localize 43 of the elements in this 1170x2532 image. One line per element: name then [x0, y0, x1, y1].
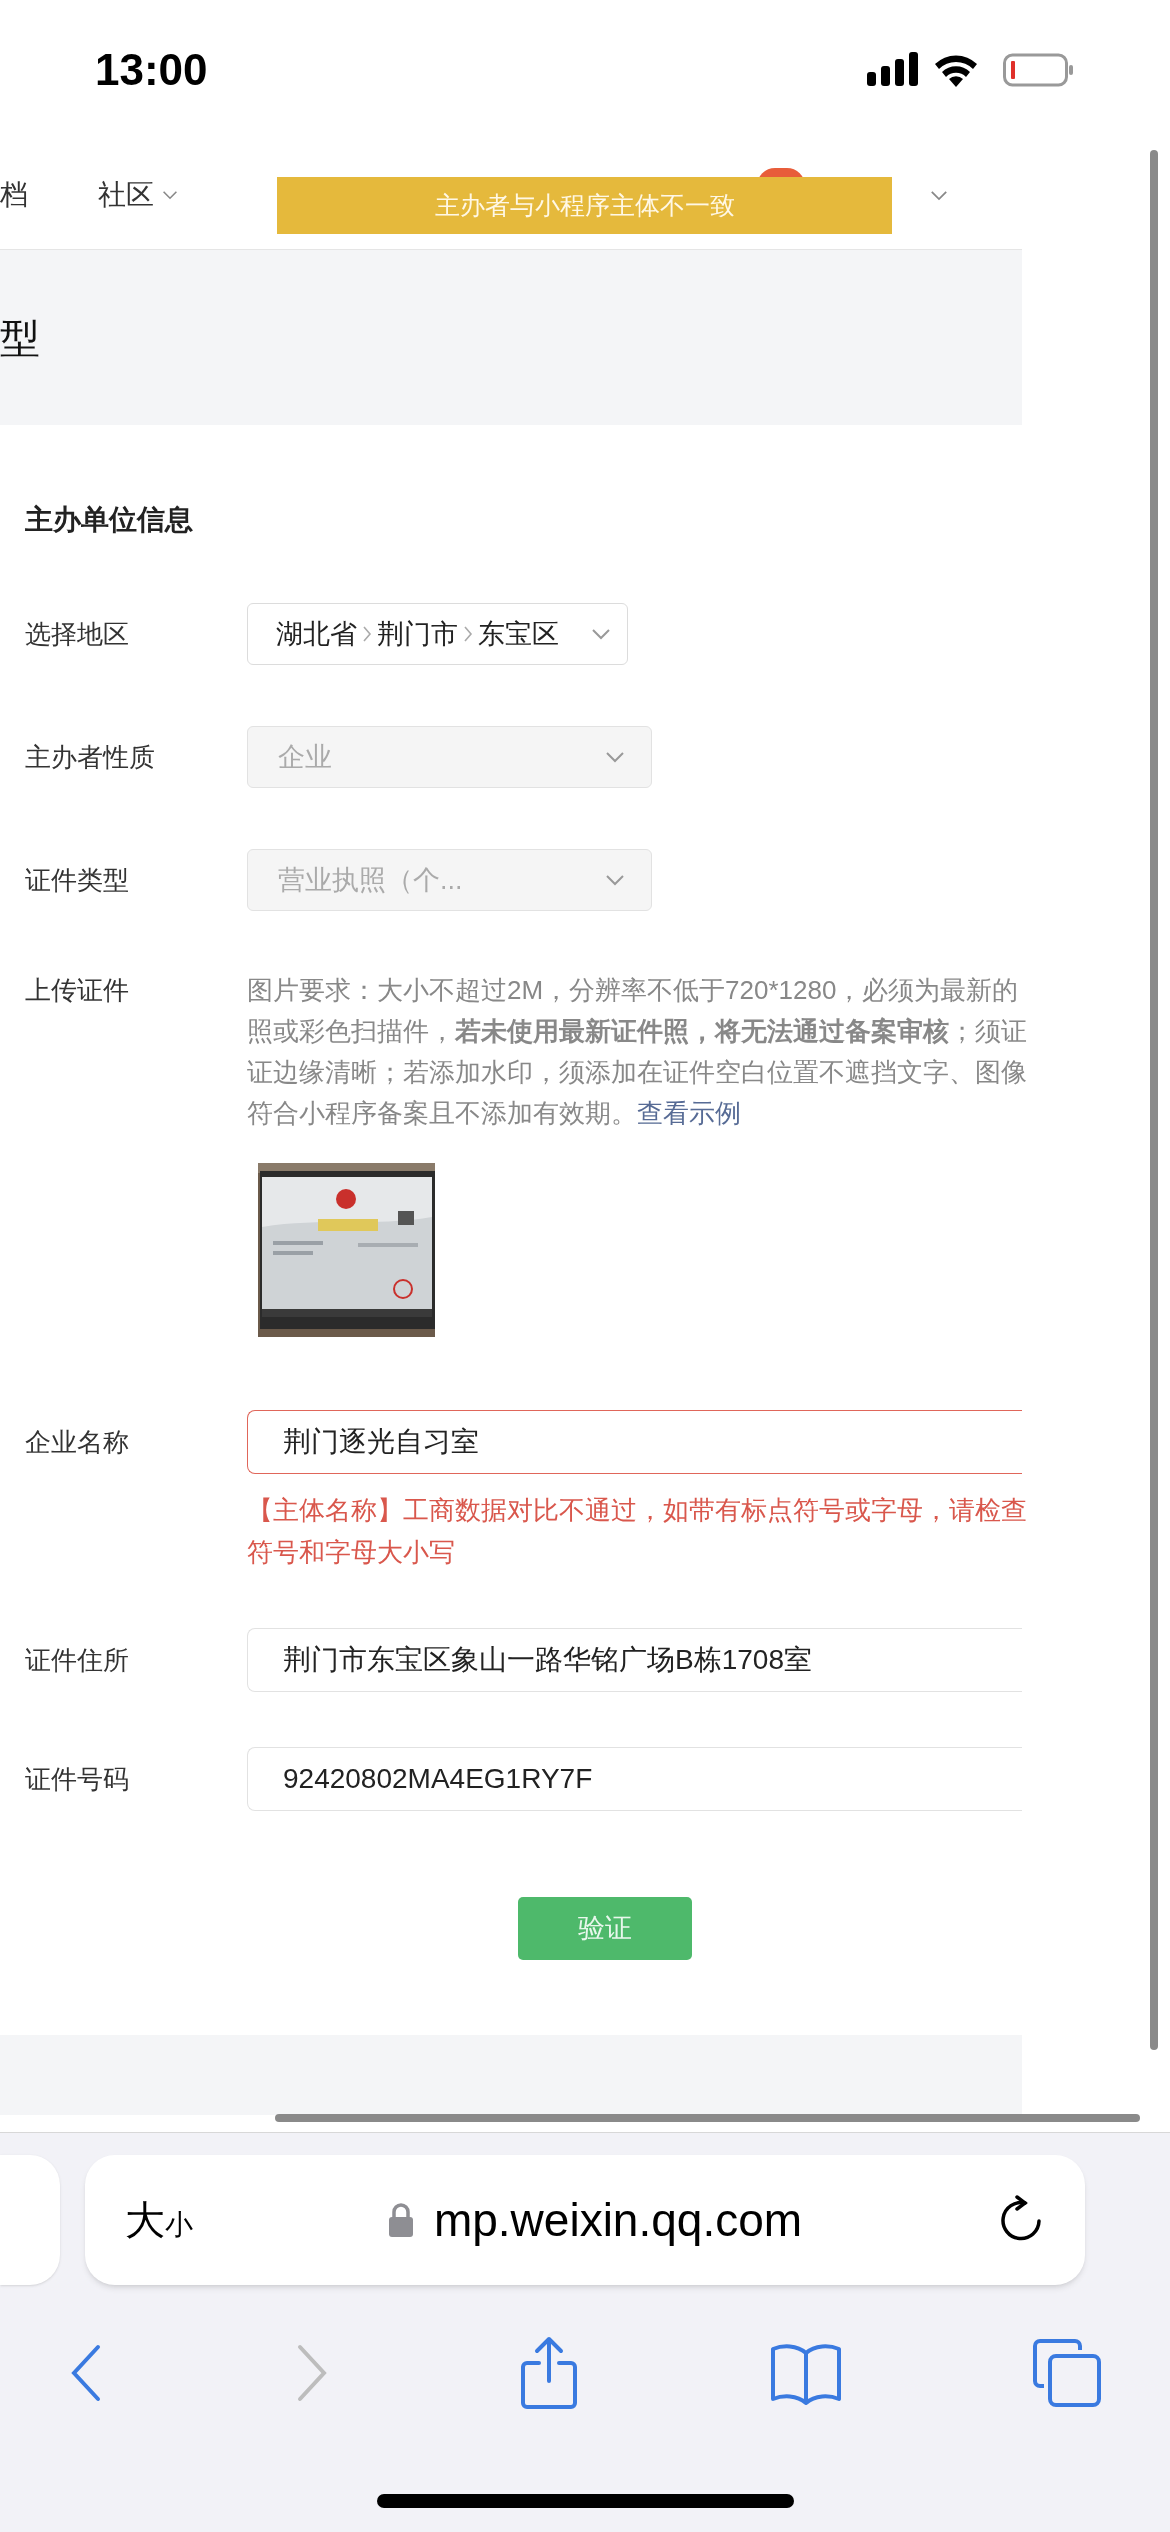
- requirement-text: 证边缘清晰；若添加水印，须添加在证件空白位置不遮挡文字、图像: [247, 1056, 1027, 1089]
- url-text: mp.weixin.qq.com: [433, 2192, 803, 2248]
- section-title: 主办单位信息: [24, 503, 194, 537]
- field-label: 上传证件: [24, 974, 130, 1007]
- page-title: 型: [0, 314, 40, 362]
- chevron-down-icon: [591, 628, 611, 640]
- region-part: 荆门市: [377, 617, 458, 651]
- text-size-button[interactable]: 大小: [125, 2198, 193, 2242]
- requirement-text: 照或彩色扫描件，若未使用最新证件照，将无法通过备案审核；须证: [247, 1015, 1027, 1048]
- status-time: 13:00: [95, 44, 208, 96]
- field-label: 企业名称: [24, 1425, 130, 1459]
- region-part: 湖北省: [276, 617, 357, 651]
- region-select[interactable]: 湖北省 荆门市 东宝区: [247, 603, 628, 665]
- field-label: 证件类型: [24, 863, 130, 897]
- chevron-right-icon: [463, 625, 473, 643]
- text-input[interactable]: 荆门逐光自习室: [247, 1410, 1022, 1474]
- chevron-down-icon: [162, 189, 178, 200]
- nav-item[interactable]: 档: [0, 173, 28, 216]
- error-message: 符号和字母大小写: [247, 1536, 456, 1569]
- requirement-text: 符合小程序备案且不添加有效期。: [247, 1097, 637, 1130]
- chevron-right-icon: [362, 625, 372, 643]
- region-part: 东宝区: [478, 617, 559, 651]
- battery-icon: [1003, 52, 1075, 88]
- field-label: 证件住所: [24, 1643, 130, 1677]
- text-input[interactable]: 92420802MA4EG1RY7F: [247, 1747, 1022, 1811]
- address-bar[interactable]: 大小 mp.weixin.qq.com: [85, 2155, 1085, 2285]
- field-label: 证件号码: [24, 1762, 130, 1796]
- wifi-icon: [933, 53, 979, 87]
- nav-item[interactable]: 社区: [98, 173, 178, 216]
- chevron-down-icon: [605, 874, 625, 886]
- book-icon[interactable]: [768, 2341, 843, 2405]
- example-link[interactable]: 查看示例: [637, 1093, 741, 1134]
- tabs-icon[interactable]: [1032, 2338, 1102, 2408]
- requirement-text: 图片要求：大小不超过2M，分辨率不低于720*1280，必须为最新的: [247, 974, 1020, 1007]
- chevron-down-icon: [930, 190, 948, 201]
- text-input[interactable]: 荆门市东宝区象山一路华铭广场B栋1708室: [247, 1628, 1022, 1692]
- lock-icon: [387, 2202, 414, 2238]
- share-icon[interactable]: [519, 2335, 579, 2411]
- field-label: 主办者性质: [24, 740, 156, 774]
- toast-message: 主办者与小程序主体不一致: [277, 177, 892, 234]
- chevron-down-icon: [605, 751, 625, 763]
- field-label: 选择地区: [24, 617, 130, 651]
- signal-icon: [867, 52, 919, 88]
